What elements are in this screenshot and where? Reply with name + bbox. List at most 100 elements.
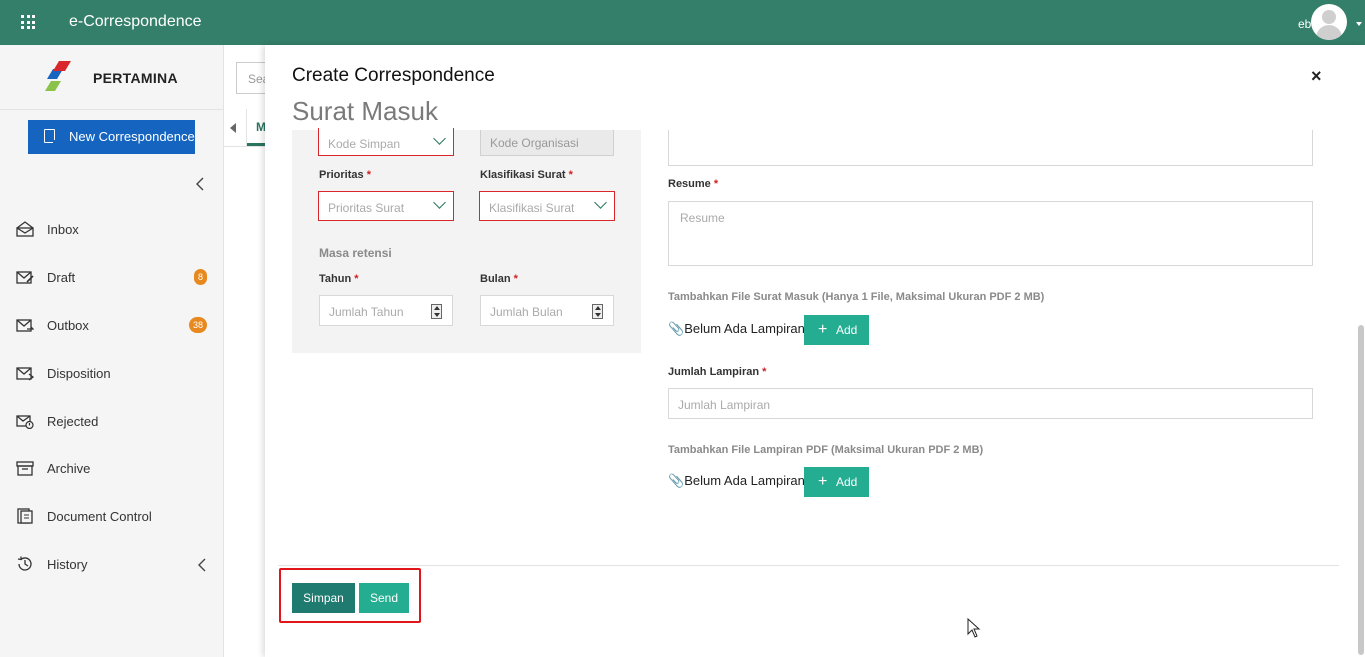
plus-icon: +	[818, 473, 828, 490]
user-menu-caret-icon[interactable]	[1356, 22, 1362, 26]
sidebar-item-label: Outbox	[47, 318, 89, 333]
prioritas-select[interactable]: Prioritas Surat	[318, 191, 454, 221]
add-label: Add	[836, 323, 858, 337]
kode-organisasi-field: Kode Organisasi	[480, 130, 614, 156]
app-title: e-Correspondence	[69, 13, 202, 30]
close-icon[interactable]: ×	[1311, 66, 1322, 87]
chevron-left-icon[interactable]	[194, 177, 208, 191]
kode-simpan-placeholder: Kode Simpan	[328, 137, 401, 151]
required-mark: *	[354, 273, 359, 285]
tahun-label: Tahun *	[319, 273, 359, 285]
modal-subtitle: Surat Masuk	[292, 96, 438, 126]
no-attachment-text: Belum Ada Lampiran -	[684, 473, 813, 488]
jumlah-lampiran-label: Jumlah Lampiran *	[668, 366, 766, 378]
klasifikasi-label: Klasifikasi Surat *	[480, 169, 573, 181]
new-correspondence-button[interactable]: New Correspondence	[28, 120, 195, 154]
sidebar-item-outbox[interactable]: Outbox 38	[0, 305, 224, 345]
paperclip-icon: 📎	[668, 473, 685, 488]
archive-icon	[16, 461, 34, 476]
tahun-number-input[interactable]: Jumlah Tahun	[319, 295, 453, 326]
chevron-down-icon	[594, 196, 607, 209]
previous-textarea[interactable]	[668, 130, 1313, 166]
number-spinner-icon[interactable]	[431, 304, 442, 319]
sidebar-item-document-control[interactable]: Document Control	[0, 496, 224, 536]
sidebar: PERTAMINA New Correspondence Inbox Draft…	[0, 45, 224, 657]
klasifikasi-placeholder: Klasifikasi Surat	[489, 201, 575, 215]
klasifikasi-select[interactable]: Klasifikasi Surat	[479, 191, 615, 221]
new-correspondence-label: New Correspondence	[69, 129, 195, 144]
bulan-label-text: Bulan	[480, 273, 511, 285]
sidebar-item-archive[interactable]: Archive	[0, 448, 224, 488]
envelope-send-icon	[16, 319, 34, 332]
outbox-count-badge: 38	[189, 317, 207, 333]
sidebar-item-label: History	[47, 557, 88, 572]
draft-count-badge: 8	[194, 269, 207, 285]
add-label: Add	[836, 475, 858, 489]
apps-grid-icon[interactable]	[21, 15, 35, 29]
create-correspondence-modal: Create Correspondence Surat Masuk × Kode…	[265, 45, 1365, 657]
jumlah-lampiran-label-text: Jumlah Lampiran	[668, 366, 760, 378]
bulan-number-input[interactable]: Jumlah Bulan	[480, 295, 614, 326]
file-lampiran-note: Tambahkan File Lampiran PDF (Maksimal Uk…	[668, 444, 984, 456]
envelope-rejected-icon	[16, 415, 34, 429]
brand-name: PERTAMINA	[93, 70, 178, 86]
mouse-cursor-icon	[967, 618, 981, 638]
sidebar-item-inbox[interactable]: Inbox	[0, 209, 224, 249]
tahun-label-text: Tahun	[319, 273, 352, 285]
envelope-edit-icon	[16, 271, 34, 284]
required-mark: *	[513, 273, 518, 285]
history-icon	[17, 556, 32, 571]
plus-icon: +	[818, 321, 828, 338]
file-surat-note: Tambahkan File Surat Masuk (Hanya 1 File…	[668, 291, 1045, 303]
avatar[interactable]	[1311, 4, 1347, 40]
resume-label: Resume *	[668, 178, 718, 190]
sidebar-item-label: Document Control	[47, 509, 152, 524]
top-bar: e-Correspondence ebi	[0, 0, 1365, 45]
left-form-panel: Kode Simpan Kode Organisasi Prioritas * …	[292, 128, 641, 353]
chevron-down-icon	[433, 196, 446, 209]
bulan-placeholder: Jumlah Bulan	[490, 305, 563, 319]
tab-divider	[246, 109, 247, 147]
tab-strip: M	[224, 109, 269, 147]
prioritas-label: Prioritas *	[319, 169, 371, 181]
sidebar-item-draft[interactable]: Draft 8	[0, 257, 224, 297]
send-button[interactable]: Send	[359, 583, 409, 613]
paperclip-icon: 📎	[668, 321, 685, 336]
resume-textarea[interactable]: Resume	[668, 201, 1313, 266]
required-mark: *	[713, 178, 719, 190]
modal-title: Create Correspondence	[292, 65, 495, 86]
sidebar-item-disposition[interactable]: Disposition	[0, 353, 224, 393]
sidebar-item-label: Archive	[47, 461, 91, 476]
document-control-icon	[17, 508, 33, 524]
prioritas-placeholder: Prioritas Surat	[328, 201, 405, 215]
footer-divider	[278, 565, 1339, 566]
add-lampiran-file-button[interactable]: + Add	[804, 467, 869, 497]
chevron-down-icon	[433, 132, 446, 145]
new-document-icon	[44, 129, 60, 147]
jumlah-lampiran-placeholder: Jumlah Lampiran	[678, 398, 771, 412]
bulan-label: Bulan *	[480, 273, 518, 285]
envelope-open-icon	[16, 221, 34, 237]
required-mark: *	[762, 366, 767, 378]
masa-retensi-label: Masa retensi	[319, 246, 392, 260]
number-spinner-icon[interactable]	[592, 304, 603, 319]
add-surat-file-button[interactable]: + Add	[804, 315, 869, 345]
attachment-status: 📎Belum Ada Lampiran -	[668, 473, 813, 489]
prioritas-label-text: Prioritas	[319, 169, 364, 181]
simpan-button[interactable]: Simpan	[292, 583, 355, 613]
sidebar-item-label: Draft	[47, 270, 76, 285]
sidebar-item-history[interactable]: History	[0, 544, 224, 584]
sidebar-item-rejected[interactable]: Rejected	[0, 401, 224, 441]
resume-label-text: Resume	[668, 178, 711, 190]
klasifikasi-label-text: Klasifikasi Surat	[480, 169, 566, 181]
tahun-placeholder: Jumlah Tahun	[329, 305, 404, 319]
scrollbar[interactable]	[1358, 325, 1364, 655]
no-attachment-text: Belum Ada Lampiran -	[684, 321, 813, 336]
jumlah-lampiran-input[interactable]: Jumlah Lampiran	[668, 388, 1313, 419]
kode-simpan-select[interactable]: Kode Simpan	[318, 128, 454, 156]
logo: PERTAMINA	[0, 45, 224, 110]
sidebar-item-label: Disposition	[47, 366, 111, 381]
chevron-left-icon[interactable]	[197, 558, 207, 572]
tab-scroll-left-icon[interactable]	[230, 123, 236, 133]
resume-placeholder: Resume	[680, 211, 725, 225]
